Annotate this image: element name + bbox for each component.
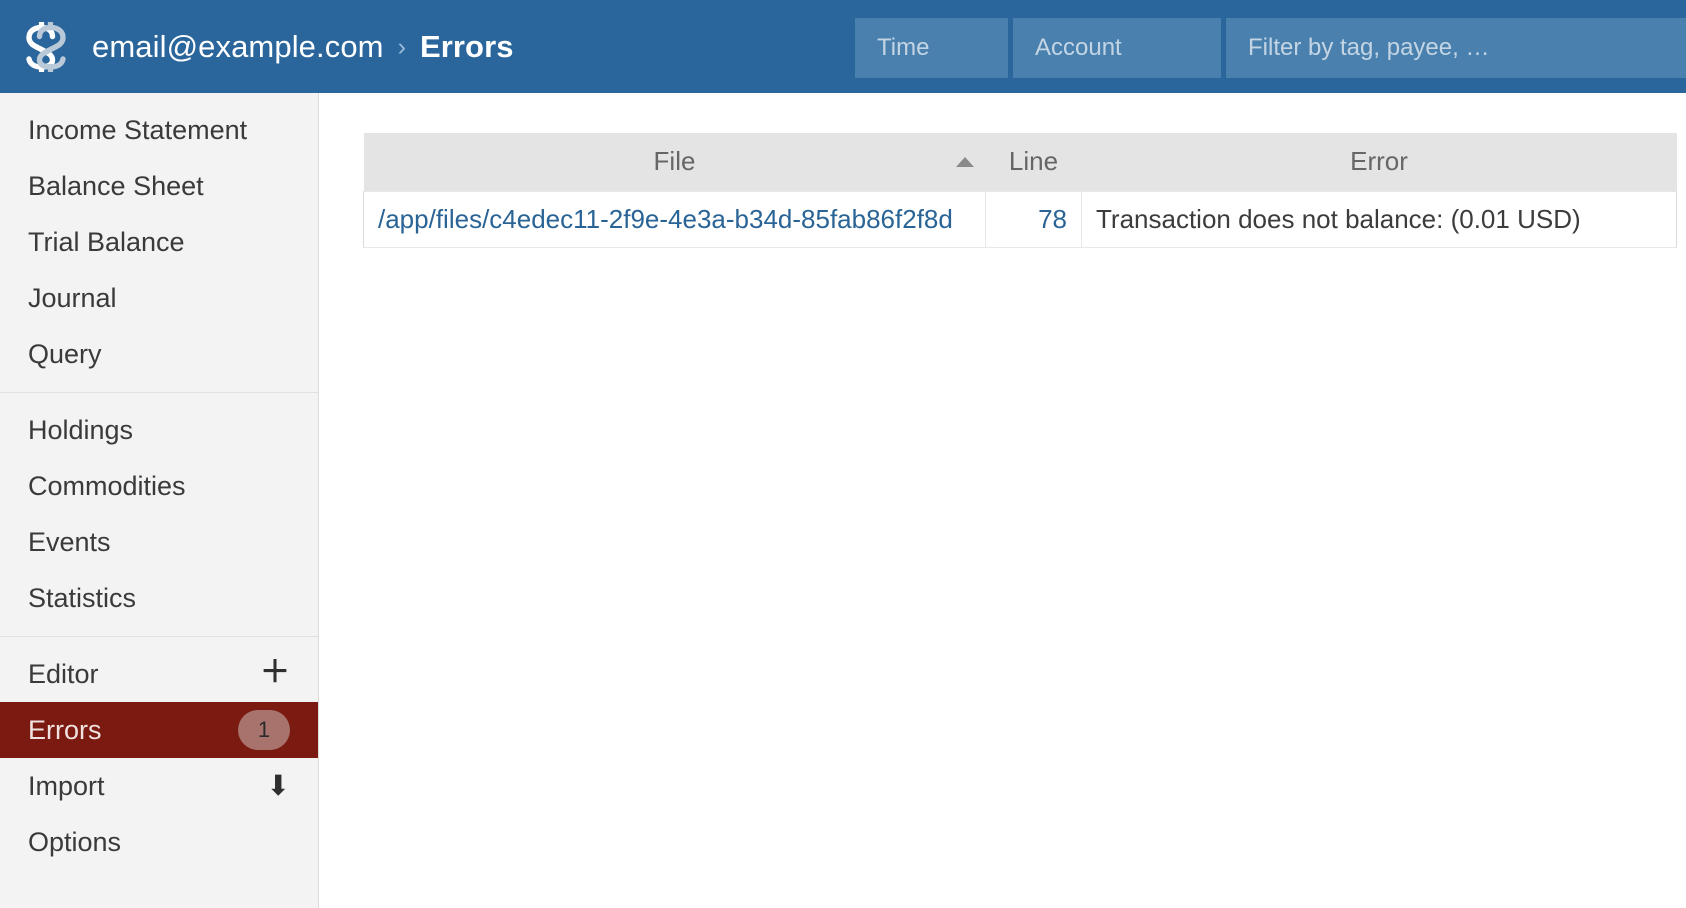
error-count-badge-wrapper: 1	[238, 710, 290, 750]
sidebar-item-errors[interactable]: Errors 1	[0, 702, 318, 758]
sidebar-item-label: Events	[28, 526, 111, 557]
column-header-file[interactable]: File	[363, 133, 986, 191]
import-button[interactable]: ⬇	[267, 772, 290, 800]
sidebar-item-label: Errors	[28, 714, 102, 745]
column-header-label: File	[653, 146, 696, 177]
sidebar-item-import[interactable]: Import ⬇	[0, 758, 318, 814]
sidebar-item-label: Commodities	[28, 470, 186, 501]
plus-icon: ＋	[260, 656, 290, 689]
sidebar-item-label: Holdings	[28, 414, 134, 445]
line-link[interactable]: 78	[1038, 204, 1067, 234]
sidebar-item-income-statement[interactable]: Income Statement	[0, 102, 318, 158]
fava-logo-link[interactable]	[0, 0, 92, 93]
file-link[interactable]: /app/files/c4edec11-2f9e-4e3a-b34d-85fab…	[378, 204, 953, 234]
sidebar-item-label: Import	[28, 770, 105, 801]
tag-payee-filter-wrapper	[1226, 18, 1686, 78]
sidebar-item-label: Journal	[28, 282, 117, 313]
sidebar-group-analysis: Holdings Commodities Events Statistics	[0, 393, 318, 637]
sidebar-item-editor[interactable]: Editor ＋	[0, 646, 318, 702]
account-filter-input[interactable]	[1013, 18, 1221, 78]
sort-ascending-icon	[955, 156, 974, 167]
sidebar-item-balance-sheet[interactable]: Balance Sheet	[0, 158, 318, 214]
sidebar-item-journal[interactable]: Journal	[0, 270, 318, 326]
fava-logo-icon	[19, 19, 73, 75]
column-header-label: Line	[1008, 146, 1059, 177]
column-header-line[interactable]: Line	[985, 133, 1082, 191]
download-arrow-icon: ⬇	[266, 770, 290, 801]
sidebar-group-tools: Editor ＋ Errors 1 Import ⬇ Options	[0, 637, 318, 880]
sidebar-item-trial-balance[interactable]: Trial Balance	[0, 214, 318, 270]
app-header: email@example.com › Errors	[0, 0, 1686, 93]
sidebar-item-statistics[interactable]: Statistics	[0, 570, 318, 626]
sidebar-item-commodities[interactable]: Commodities	[0, 458, 318, 514]
cell-error: Transaction does not balance: (0.01 USD)	[1081, 190, 1677, 248]
sidebar-item-label: Options	[28, 826, 122, 857]
time-filter-input[interactable]	[855, 18, 1008, 78]
errors-table-body: /app/files/c4edec11-2f9e-4e3a-b34d-85fab…	[363, 190, 1677, 248]
status-badge: 1	[238, 710, 290, 750]
column-header-error[interactable]: Error	[1081, 133, 1677, 191]
sidebar-item-options[interactable]: Options	[0, 814, 318, 870]
sidebar-item-events[interactable]: Events	[0, 514, 318, 570]
breadcrumb: email@example.com › Errors	[92, 29, 514, 65]
table-row: /app/files/c4edec11-2f9e-4e3a-b34d-85fab…	[363, 190, 1677, 248]
column-header-label: Error	[1350, 146, 1408, 177]
errors-table: File Line Error /app/files/c4edec11-2f9e…	[363, 133, 1677, 248]
sidebar-item-label: Statistics	[28, 582, 137, 613]
chevron-right-icon: ›	[397, 32, 406, 61]
sidebar-item-label: Income Statement	[28, 114, 248, 145]
sidebar-group-reports: Income Statement Balance Sheet Trial Bal…	[0, 93, 318, 393]
breadcrumb-ledger-link[interactable]: email@example.com	[92, 29, 384, 65]
sidebar-item-label: Editor	[28, 658, 99, 689]
cell-file: /app/files/c4edec11-2f9e-4e3a-b34d-85fab…	[363, 190, 986, 248]
table-header-row: File Line Error	[363, 133, 1677, 191]
sidebar-item-label: Trial Balance	[28, 226, 185, 257]
cell-line: 78	[985, 190, 1082, 248]
sidebar-item-holdings[interactable]: Holdings	[0, 402, 318, 458]
tag-payee-filter-input[interactable]	[1226, 18, 1686, 78]
add-entry-button[interactable]: ＋	[260, 656, 290, 689]
sidebar-item-label: Query	[28, 338, 102, 369]
filter-bar	[855, 18, 1686, 78]
sidebar: Income Statement Balance Sheet Trial Bal…	[0, 93, 319, 908]
page-title: Errors	[419, 28, 514, 64]
sidebar-item-query[interactable]: Query	[0, 326, 318, 382]
errors-table-head: File Line Error	[363, 133, 1677, 191]
main-content: File Line Error /app/files/c4edec11-2f9e…	[319, 93, 1686, 908]
sidebar-item-label: Balance Sheet	[28, 170, 204, 201]
